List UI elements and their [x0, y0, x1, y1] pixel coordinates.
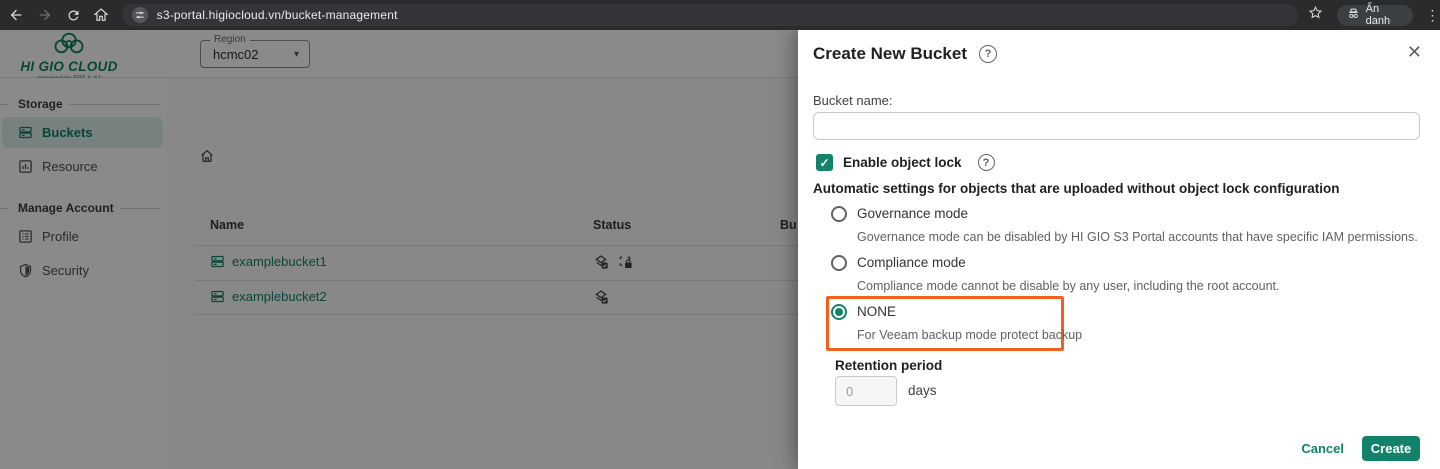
radio-compliance-mode[interactable] — [831, 255, 847, 271]
incognito-icon — [1347, 7, 1360, 23]
help-icon[interactable]: ? — [979, 45, 997, 63]
radio-governance-mode[interactable] — [831, 206, 847, 222]
enable-object-lock-row[interactable]: ✓ Enable object lock ? — [816, 154, 995, 171]
auto-settings-heading: Automatic settings for objects that are … — [813, 181, 1340, 196]
radio-none-label[interactable]: NONE — [857, 304, 896, 319]
checkbox-checked-icon[interactable]: ✓ — [816, 154, 833, 171]
modal-title: Create New Bucket — [813, 44, 967, 64]
back-icon[interactable] — [4, 4, 28, 26]
url-bar[interactable]: s3-portal.higiocloud.vn/bucket-managemen… — [122, 4, 1298, 26]
radio-compliance-description: Compliance mode cannot be disable by any… — [857, 279, 1280, 293]
enable-object-lock-label: Enable object lock — [843, 155, 962, 170]
radio-governance-label[interactable]: Governance mode — [857, 206, 968, 221]
create-button[interactable]: Create — [1362, 436, 1420, 461]
modal-footer: Cancel Create — [1301, 436, 1420, 461]
incognito-chip-label: Ẩn danh — [1366, 3, 1403, 27]
page-content: HI GIO CLOUD powered by FPT & IIJ Region… — [0, 30, 1440, 469]
cancel-button[interactable]: Cancel — [1301, 441, 1344, 456]
help-icon[interactable]: ? — [978, 154, 995, 171]
bucket-name-input[interactable] — [813, 112, 1420, 140]
radio-governance-description: Governance mode can be disabled by HI GI… — [857, 230, 1418, 244]
reload-icon[interactable] — [61, 4, 85, 26]
create-bucket-modal: Create New Bucket ? ✕ Bucket name: ✓ Ena… — [798, 30, 1440, 469]
incognito-chip[interactable]: Ẩn danh — [1337, 5, 1413, 26]
site-settings-icon[interactable] — [132, 7, 148, 23]
radio-none-description: For Veeam backup mode protect backup — [857, 328, 1082, 342]
close-icon[interactable]: ✕ — [1407, 43, 1422, 61]
browser-toolbar: s3-portal.higiocloud.vn/bucket-managemen… — [0, 0, 1440, 30]
bucket-name-label: Bucket name: — [813, 93, 893, 108]
forward-icon[interactable] — [32, 4, 56, 26]
retention-unit-label: days — [908, 383, 937, 398]
retention-period-input[interactable] — [835, 376, 897, 406]
url-text[interactable]: s3-portal.higiocloud.vn/bucket-managemen… — [157, 8, 398, 22]
kebab-menu-icon[interactable]: ⋮ — [1425, 7, 1440, 24]
home-icon[interactable] — [89, 4, 113, 26]
bookmark-star-icon[interactable] — [1308, 5, 1323, 25]
radio-none[interactable] — [831, 304, 847, 320]
radio-compliance-label[interactable]: Compliance mode — [857, 255, 966, 270]
retention-period-label: Retention period — [835, 358, 942, 373]
